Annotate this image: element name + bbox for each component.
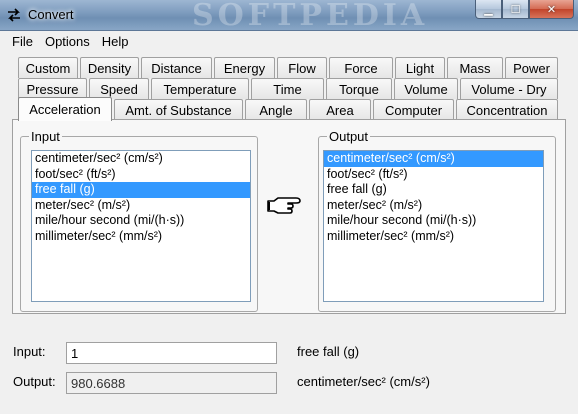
watermark: SOFTPEDIA (192, 0, 429, 33)
tab-time[interactable]: Time (251, 78, 324, 99)
input-group-label: Input (29, 129, 62, 144)
output-unit-item[interactable]: foot/sec² (ft/s²) (324, 167, 543, 183)
tab-energy[interactable]: Energy (214, 57, 275, 78)
tab-light[interactable]: Light (395, 57, 445, 78)
tab-volume[interactable]: Volume (394, 78, 458, 99)
output-unit-item[interactable]: mile/hour second (mi/(h·s)) (324, 213, 543, 229)
title-bar: Convert SOFTPEDIA ▁ ☐ ✕ (0, 0, 578, 33)
pointing-hand-icon[interactable] (266, 193, 306, 217)
tab-density[interactable]: Density (80, 57, 139, 78)
menu-options[interactable]: Options (39, 34, 96, 49)
output-unit-list[interactable]: centimeter/sec² (cm/s²) foot/sec² (ft/s²… (323, 150, 544, 302)
input-unit-item[interactable]: mile/hour second (mi/(h·s)) (32, 213, 250, 229)
tab-force[interactable]: Force (329, 57, 393, 78)
menu-bar: File Options Help (0, 31, 578, 52)
window-title: Convert (28, 7, 74, 22)
menu-help[interactable]: Help (96, 34, 135, 49)
tab-acceleration[interactable]: Acceleration (18, 97, 112, 121)
tab-mass[interactable]: Mass (447, 57, 503, 78)
output-unit-item-selected[interactable]: centimeter/sec² (cm/s²) (324, 151, 543, 167)
tab-amt-of-substance[interactable]: Amt. of Substance (114, 99, 243, 120)
tab-speed[interactable]: Speed (89, 78, 149, 99)
tab-pressure[interactable]: Pressure (18, 78, 87, 99)
input-unit-item[interactable]: foot/sec² (ft/s²) (32, 167, 250, 183)
minimize-icon: ▁ (484, 3, 493, 16)
output-value-field: 980.6688 (66, 372, 277, 394)
convert-arrows-icon (8, 8, 20, 22)
input-unit-item-selected[interactable]: free fall (g) (32, 182, 250, 198)
tab-computer[interactable]: Computer (373, 99, 454, 120)
output-unit-item[interactable]: free fall (g) (324, 182, 543, 198)
input-value-field[interactable]: 1 (66, 342, 277, 364)
output-group-label: Output (327, 129, 371, 144)
tab-area[interactable]: Area (309, 99, 371, 120)
maximize-icon: ☐ (510, 3, 521, 16)
minimize-button[interactable]: ▁ (475, 0, 502, 19)
input-unit-list[interactable]: centimeter/sec² (cm/s²) foot/sec² (ft/s²… (31, 150, 251, 302)
output-unit-item[interactable]: meter/sec² (m/s²) (324, 198, 543, 214)
close-icon: ✕ (546, 3, 557, 16)
output-unit-item[interactable]: millimeter/sec² (mm/s²) (324, 229, 543, 245)
input-unit-label: free fall (g) (297, 344, 360, 359)
tab-angle[interactable]: Angle (245, 99, 307, 120)
tab-volume-dry[interactable]: Volume - Dry (460, 78, 558, 99)
menu-file[interactable]: File (6, 34, 39, 49)
input-value-label: Input: (13, 344, 46, 359)
tab-torque[interactable]: Torque (326, 78, 392, 99)
tab-concentration[interactable]: Concentration (456, 99, 558, 120)
tab-power[interactable]: Power (505, 57, 558, 78)
input-unit-item[interactable]: centimeter/sec² (cm/s²) (32, 151, 250, 167)
input-unit-item[interactable]: meter/sec² (m/s²) (32, 198, 250, 214)
input-unit-item[interactable]: millimeter/sec² (mm/s²) (32, 229, 250, 245)
output-unit-label: centimeter/sec² (cm/s²) (297, 374, 430, 389)
close-button[interactable]: ✕ (529, 0, 574, 19)
tab-flow[interactable]: Flow (277, 57, 327, 78)
tab-custom[interactable]: Custom (18, 57, 78, 78)
output-value-label: Output: (13, 374, 56, 389)
tab-distance[interactable]: Distance (141, 57, 212, 78)
tab-temperature[interactable]: Temperature (151, 78, 249, 99)
maximize-button[interactable]: ☐ (502, 0, 529, 19)
